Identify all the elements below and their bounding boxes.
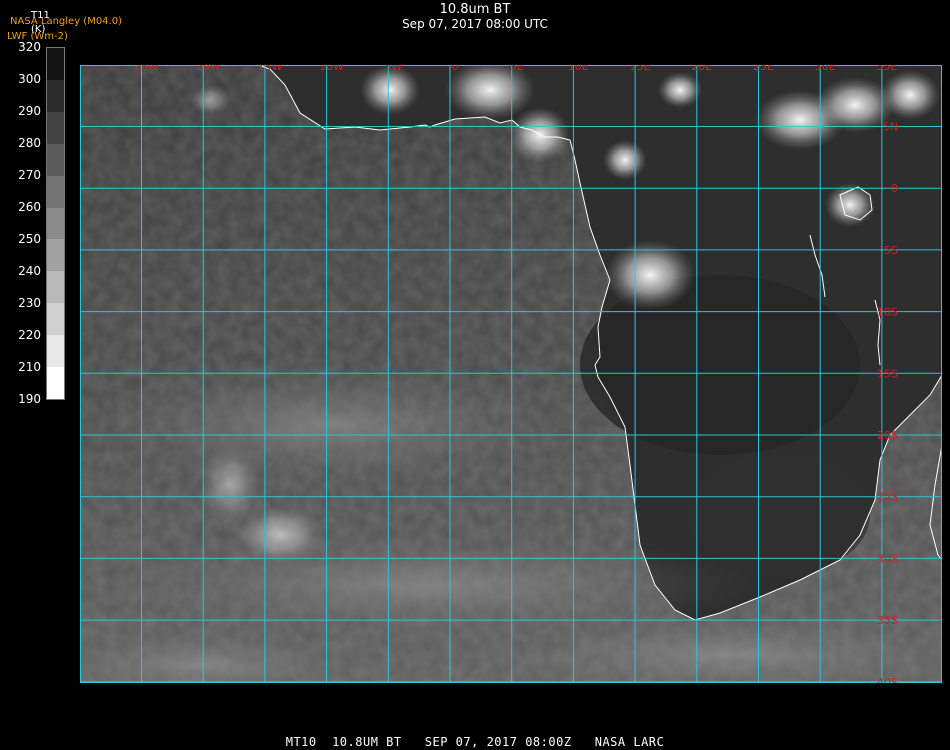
- colorbar: [46, 47, 65, 400]
- colorbar-segment: [47, 335, 64, 368]
- latitude-label: 10S: [877, 306, 898, 319]
- colorbar-tick-label: 290: [18, 104, 41, 118]
- satellite-map: 25W 20W 15W 10W 5W 0 5E 10E 15E 20E 25E 30E 35E 5N 0 5…: [80, 65, 942, 683]
- latitude-label: 40S: [877, 676, 898, 683]
- colorbar-segment: [47, 79, 64, 113]
- latitude-label: 0: [891, 182, 898, 195]
- longitude-label: 10W: [319, 65, 344, 73]
- latitude-label: 5N: [883, 121, 898, 134]
- colorbar-segment: [47, 271, 64, 304]
- latitude-label: 30S: [877, 552, 898, 565]
- image-timestamp: Sep 07, 2017 08:00 UTC: [402, 17, 548, 31]
- longitude-label: 15W: [257, 65, 282, 73]
- longitude-label: 0: [452, 65, 459, 73]
- image-footer: MT10 10.8UM BT SEP 07, 2017 08:00Z NASA …: [285, 735, 665, 749]
- longitude-label: 25E: [753, 65, 774, 73]
- colorbar-tick-label: 280: [18, 136, 41, 150]
- colorbar-tick-label: 230: [18, 296, 41, 310]
- colorbar-variable: T11: [31, 10, 50, 21]
- latitude-label: 25S: [877, 491, 898, 504]
- colorbar-tick-label: 260: [18, 200, 41, 214]
- colorbar-segment: [47, 143, 64, 177]
- longitude-label: 20E: [691, 65, 712, 73]
- colorbar-tick-label: 220: [18, 328, 41, 342]
- longitude-label: 35E: [876, 65, 897, 73]
- longitude-label: 30E: [815, 65, 836, 73]
- colorbar-segment: [47, 207, 64, 240]
- colorbar-segment: [47, 303, 64, 336]
- longitude-label: 10E: [568, 65, 589, 73]
- colorbar-segment: [47, 367, 64, 400]
- colorbar-tick-label: 270: [18, 168, 41, 182]
- colorbar-tick-label: 320: [18, 40, 41, 54]
- colorbar-segment: [47, 175, 64, 209]
- longitude-label: 5W: [384, 65, 402, 73]
- latitude-label: 20S: [877, 429, 898, 442]
- colorbar-segment: [47, 48, 64, 81]
- credit-line-1: NASA Langley (M04.0): [10, 16, 122, 27]
- latitude-label: 5S: [884, 244, 898, 257]
- longitude-label: 25W: [134, 65, 159, 73]
- longitude-label: 15E: [630, 65, 651, 73]
- colorbar-segment: [47, 111, 64, 145]
- colorbar-tick-label: 240: [18, 264, 41, 278]
- colorbar-tick-label: 190: [18, 392, 41, 406]
- longitude-label: 20W: [196, 65, 221, 73]
- colorbar-tick-label: 300: [18, 72, 41, 86]
- latitude-label: 15S: [877, 367, 898, 380]
- colorbar-tick-label: 210: [18, 360, 41, 374]
- colorbar-segment: [47, 239, 64, 272]
- colorbar-unit: (K): [31, 24, 46, 35]
- image-title: 10.8um BT: [439, 2, 511, 17]
- colorbar-tick-label: 250: [18, 232, 41, 246]
- latitude-label: 35S: [877, 614, 898, 627]
- longitude-label: 5E: [510, 65, 524, 73]
